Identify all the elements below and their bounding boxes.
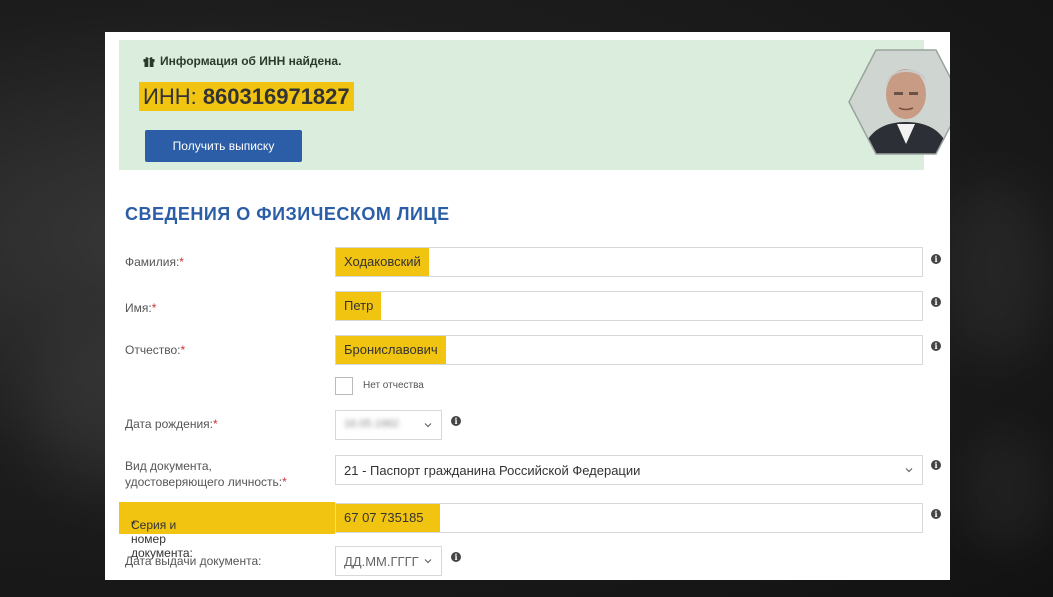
banner-message-text: Информация об ИНН найдена. xyxy=(160,54,342,68)
info-icon[interactable]: i xyxy=(931,254,941,264)
issue-date-select[interactable]: ДД.ММ.ГГГГ xyxy=(335,546,442,576)
person-photo xyxy=(848,49,950,155)
background-blur xyxy=(940,180,1050,360)
patronymic-input[interactable]: Брониславович xyxy=(335,335,923,365)
inn-prefix: ИНН: xyxy=(143,84,203,109)
doc-type-select[interactable]: 21 - Паспорт гражданина Российской Федер… xyxy=(335,455,923,485)
surname-input[interactable]: Ходаковский xyxy=(335,247,923,277)
doc-type-value: 21 - Паспорт гражданина Российской Федер… xyxy=(344,463,641,478)
name-label: Имя:* xyxy=(125,301,157,315)
banner-message: Информация об ИНН найдена. xyxy=(143,54,341,68)
issue-date-label: Дата выдачи документа: xyxy=(125,554,262,568)
doc-type-label: Вид документа, удостоверяющего личность:* xyxy=(125,459,287,489)
info-icon[interactable]: i xyxy=(931,297,941,307)
inn-number: 860316971827 xyxy=(202,84,350,109)
birth-date-value: 16.05.1962 xyxy=(344,418,400,430)
chevron-down-icon xyxy=(424,559,432,564)
chevron-down-icon xyxy=(905,468,913,473)
surname-label: Фамилия:* xyxy=(125,255,184,269)
info-icon[interactable]: i xyxy=(931,341,941,351)
doc-number-label: Серия и номер документа: * xyxy=(119,502,335,560)
birth-date-label: Дата рождения:* xyxy=(125,417,218,431)
patronymic-label: Отчество:* xyxy=(125,343,186,357)
gift-icon xyxy=(143,56,155,67)
doc-number-value: 67 07 735185 xyxy=(336,504,440,532)
inn-found-banner: Информация об ИНН найдена. ИНН: 86031697… xyxy=(119,40,950,170)
info-icon[interactable]: i xyxy=(931,460,941,470)
info-icon[interactable]: i xyxy=(451,552,461,562)
birth-date-select[interactable]: 16.05.1962 xyxy=(335,410,442,440)
section-title: СВЕДЕНИЯ О ФИЗИЧЕСКОМ ЛИЦЕ xyxy=(125,204,450,224)
no-patronymic-checkbox[interactable] xyxy=(335,377,353,395)
chevron-down-icon xyxy=(424,423,432,428)
info-icon[interactable]: i xyxy=(451,416,461,426)
doc-number-input[interactable]: 67 07 735185 xyxy=(335,503,923,533)
issue-date-placeholder: ДД.ММ.ГГГГ xyxy=(344,554,419,569)
no-patronymic-label[interactable]: Нет отчества xyxy=(363,380,424,391)
patronymic-value: Брониславович xyxy=(336,336,446,364)
get-extract-button[interactable]: Получить выписку xyxy=(145,130,302,162)
info-icon[interactable]: i xyxy=(931,509,941,519)
background-blur xyxy=(960,430,1050,550)
surname-value: Ходаковский xyxy=(336,248,429,276)
inn-display: ИНН: 860316971827 xyxy=(139,82,354,111)
form-card: Информация об ИНН найдена. ИНН: 86031697… xyxy=(105,32,950,580)
name-input[interactable]: Петр xyxy=(335,291,923,321)
name-value: Петр xyxy=(336,292,382,320)
